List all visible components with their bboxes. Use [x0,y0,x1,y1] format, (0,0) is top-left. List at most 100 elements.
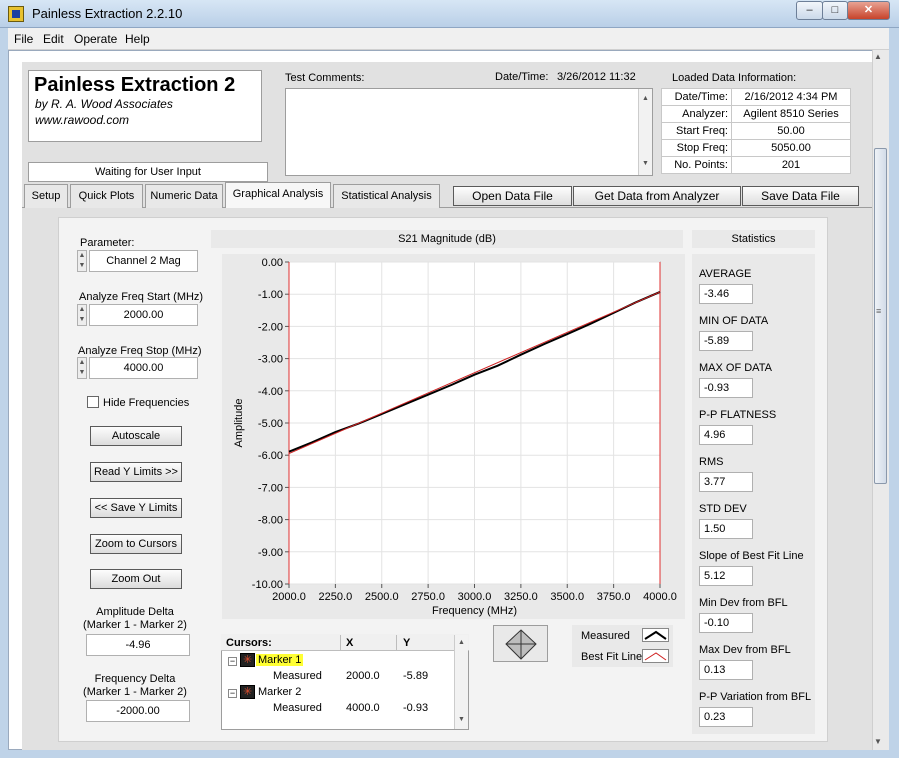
stat-label: Max Dev from BFL [699,644,791,656]
stat-value: -5.89 [699,331,753,351]
loaded-data-table: Date/Time: 2/16/2012 4:34 PM Analyzer: Agi… [661,88,851,174]
marker-2-x: 4000.0 [346,702,380,714]
marker-1-label[interactable]: Marker 1 [256,654,304,666]
x-tick-label: 3250.0 [504,591,538,603]
stat-value: 0.13 [699,660,753,680]
cursor-scroll-down-icon[interactable]: ▼ [455,716,468,723]
zoom-to-cursors-button[interactable]: Zoom to Cursors [90,534,182,554]
cursor-scroll-up-icon[interactable]: ▲ [455,639,468,646]
info-key: Analyzer: [661,105,732,123]
collapse-icon[interactable]: − [228,689,237,698]
brand-title: Painless Extraction 2 [34,74,236,96]
scroll-up-icon[interactable]: ▲ [874,52,882,61]
save-data-file-button[interactable]: Save Data File [742,186,859,206]
marker-1-x: 2000.0 [346,670,380,682]
parameter-stepper[interactable]: ▲ ▼ [77,250,87,272]
app-icon [8,6,24,22]
hide-frequencies-checkbox[interactable] [87,396,99,408]
info-value: 50.00 [731,122,851,140]
marker-1-icon [240,653,255,667]
stat-value: 0.23 [699,707,753,727]
x-tick-label: 4000.0 [643,591,677,603]
y-axis-label: Amplitude [233,399,245,448]
hide-frequencies-label: Hide Frequencies [103,397,190,409]
freq-start-input[interactable]: 2000.00 [89,304,198,326]
save-y-limits-button[interactable]: << Save Y Limits [90,498,182,518]
legend-measured-swatch[interactable] [642,628,669,642]
scroll-down-icon[interactable]: ▼ [874,737,882,746]
open-data-file-button[interactable]: Open Data File [453,186,572,206]
get-data-button[interactable]: Get Data from Analyzer [573,186,741,206]
graph-palette[interactable] [493,625,548,662]
parameter-label: Parameter: [80,237,135,249]
close-button[interactable]: ✕ [847,1,890,20]
menu-operate[interactable]: Operate [74,32,117,46]
frequency-delta-label: Frequency Delta [94,673,176,685]
stat-value: -0.10 [699,613,753,633]
frequency-delta-value: -2000.00 [86,700,190,722]
comments-scrollbar[interactable]: ▲ ▼ [638,89,652,175]
autoscale-button[interactable]: Autoscale [90,426,182,446]
comments-scroll-down-icon[interactable]: ▼ [639,160,652,167]
cursor-scrollbar[interactable]: ▲ ▼ [454,635,468,729]
comments-scroll-up-icon[interactable]: ▲ [639,95,652,102]
table-row: Date/Time: 2/16/2012 4:34 PM [661,88,851,106]
amplitude-delta-sublabel: (Marker 1 - Marker 2) [83,619,187,631]
read-y-limits-button[interactable]: Read Y Limits >> [90,462,182,482]
table-row: Stop Freq: 5050.00 [661,139,851,157]
tab-quick-plots[interactable]: Quick Plots [70,184,143,208]
tab-graphical-analysis[interactable]: Graphical Analysis [225,182,331,208]
parameter-select[interactable]: Channel 2 Mag [89,250,198,272]
x-tick-label: 2000.0 [272,591,306,603]
y-tick-label: -6.00 [258,450,283,462]
marker-2-y: -0.93 [403,702,429,714]
info-value: 201 [731,156,851,174]
menu-file[interactable]: File [14,32,33,46]
legend-bfl-swatch[interactable] [642,649,669,663]
legend-measured-label: Measured [581,630,630,642]
collapse-icon[interactable]: − [228,657,237,666]
stat-label: STD DEV [699,503,747,515]
stat-label: P-P FLATNESS [699,409,777,421]
freq-stop-input[interactable]: 4000.00 [89,357,198,379]
info-key: Start Freq: [661,122,732,140]
cursor-x-header: X [346,637,354,649]
header-divider [340,635,341,651]
menu-edit[interactable]: Edit [43,32,64,46]
datetime-value: 3/26/2012 11:32 [557,71,636,83]
pan-icon[interactable] [494,626,549,663]
y-tick-label: 0.00 [262,257,283,269]
scrollbar-thumb[interactable] [874,148,887,484]
tab-setup[interactable]: Setup [24,184,68,208]
test-comments-textarea[interactable] [285,88,653,176]
cursors-header: Cursors: [226,637,272,649]
x-tick-label: 3750.0 [597,591,631,603]
y-tick-label: -9.00 [258,547,283,559]
x-tick-label: 2500.0 [365,591,399,603]
menu-help[interactable]: Help [125,32,150,46]
freq-start-stepper[interactable]: ▲ ▼ [77,304,87,326]
maximize-button[interactable]: □ [822,1,848,20]
y-tick-label: -8.00 [258,515,283,527]
y-tick-label: -10.00 [252,579,283,591]
marker-2-icon [240,685,255,699]
tab-statistical-analysis[interactable]: Statistical Analysis [333,184,440,208]
stat-value: 1.50 [699,519,753,539]
marker-2-label[interactable]: Marker 2 [258,686,301,698]
minimize-button[interactable]: – [796,1,823,20]
stat-label: MIN OF DATA [699,315,769,327]
chart-title: S21 Magnitude (dB) [211,230,683,248]
freq-start-label: Analyze Freq Start (MHz) [79,291,204,303]
table-row: No. Points: 201 [661,156,851,174]
tab-numeric-data[interactable]: Numeric Data [145,184,223,208]
zoom-out-button[interactable]: Zoom Out [90,569,182,589]
grip-icon: ≡ [876,306,882,316]
x-tick-label: 3500.0 [550,591,584,603]
y-tick-label: -3.00 [258,354,283,366]
freq-stop-stepper[interactable]: ▲ ▼ [77,357,87,379]
status-indicator: Waiting for User Input [28,162,268,182]
stat-value: 4.96 [699,425,753,445]
s21-chart[interactable]: 0.00 -1.00 -2.00 -3.00 -4.00 -5.00 -6.00 -7.00 -… [222,254,685,619]
stat-label: RMS [699,456,724,468]
y-tick-label: -7.00 [258,482,283,494]
